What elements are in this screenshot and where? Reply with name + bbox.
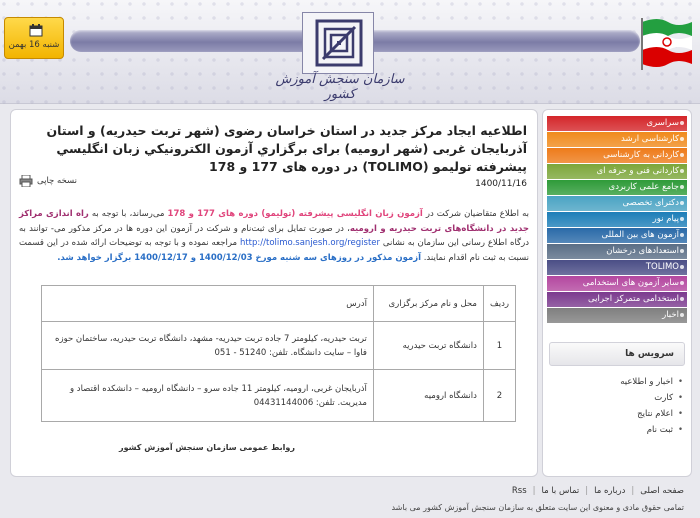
- table-row: 1 دانشگاه تربت حیدریه تربت حیدریه، کیلوم…: [41, 321, 517, 370]
- signature: روابط عمومی سازمان سنجش آموزش کشور: [119, 443, 295, 452]
- footer-link[interactable]: صفحه اصلی: [640, 486, 684, 500]
- exam-centers-table: ردیف محل و نام مرکز برگزاری آدرس 1 دانشگ…: [41, 285, 517, 422]
- site-logo[interactable]: [302, 12, 374, 74]
- article-panel: اطلاعيه ايجاد مرکز جديد در استان خراسان …: [10, 109, 538, 477]
- body-highlight-exam: آزمون زبان انگليسی پيشرفته (توليمو) دوره…: [167, 209, 423, 219]
- site-header: سازمان سنجش آموزش کشور شنبه 16 بهمن: [0, 0, 700, 104]
- services-heading: سرویس ها: [549, 342, 685, 366]
- footer-separator: |: [631, 486, 635, 496]
- footer-link[interactable]: تماس با ما: [542, 486, 580, 500]
- body-highlight-dates: آزمون مذکور در روزهای سه شنبه مورخ 1400/…: [57, 252, 422, 263]
- table-header-row: ردیف محل و نام مرکز برگزاری آدرس: [41, 285, 517, 322]
- service-link[interactable]: اخبار و اطلاعیه: [549, 374, 683, 390]
- logo-text: سازمان سنجش آموزش کشور: [275, 72, 405, 102]
- table-cell-address: تربت حیدریه، کیلومتر 7 جاده تربت حیدریه-…: [41, 321, 374, 370]
- sidebar-menu-item[interactable]: استعدادهای درخشان: [547, 244, 687, 259]
- print-label: نسخه چاپی: [37, 176, 77, 186]
- table-cell-center: دانشگاه تربت حیدریه: [372, 321, 484, 370]
- sidebar-menu-item[interactable]: استخدامی متمرکز اجرایی: [547, 292, 687, 307]
- footer-link[interactable]: Rss: [512, 486, 527, 500]
- sidebar-menu-item[interactable]: کاردانی به کارشناسی: [547, 148, 687, 163]
- article-title: اطلاعيه ايجاد مرکز جديد در استان خراسان …: [46, 123, 528, 174]
- table-row: 2 دانشگاه ارومیه آذربایجان غربی، ارومیه،…: [41, 369, 517, 422]
- table-cell-index: 2: [482, 369, 517, 422]
- article-date: 1400/11/16: [475, 179, 527, 189]
- sidebar-menu-item[interactable]: اخبار: [547, 308, 687, 323]
- service-link[interactable]: کارت: [549, 390, 683, 406]
- services-list: اخبار و اطلاعیهکارتاعلام نتایجثبت نام: [549, 374, 683, 438]
- exam-menu: سراسری کارشناسی ارشد کاردانی به کارشناسی کا…: [547, 116, 687, 324]
- logo-emblem-icon: [315, 19, 363, 67]
- today-date: شنبه 16 بهمن: [8, 40, 60, 50]
- body-text-2: می‌رساند، با توجه به: [88, 209, 168, 219]
- sidebar-menu-item[interactable]: کارشناسی ارشد: [547, 132, 687, 147]
- service-link[interactable]: اعلام نتایج: [549, 406, 683, 422]
- footer-nav: صفحه اصلی | درباره ما | تماس با ما | Rss: [10, 486, 690, 500]
- table-cell-address: آذربایجان غربی، ارومیه، کیلومتر 11 جاده …: [41, 369, 374, 422]
- iran-flag-icon: [641, 18, 692, 70]
- sidebar-menu-item[interactable]: TOLIMO: [547, 260, 687, 275]
- date-badge: شنبه 16 بهمن: [4, 17, 64, 59]
- sidebar: سراسری کارشناسی ارشد کاردانی به کارشناسی کا…: [542, 109, 692, 477]
- footer-separator: |: [532, 486, 536, 496]
- footer-link[interactable]: درباره ما: [594, 486, 625, 500]
- service-link[interactable]: ثبت نام: [549, 422, 683, 438]
- printer-icon: [19, 175, 33, 187]
- body-text-1: به اطلاع متقاضيان شرکت در: [422, 209, 529, 219]
- sidebar-menu-item[interactable]: جامع علمی کاربردی: [547, 180, 687, 195]
- table-cell-center: دانشگاه ارومیه: [372, 369, 484, 422]
- sidebar-menu-item[interactable]: دکترای تخصصی: [547, 196, 687, 211]
- table-cell-index: 1: [482, 321, 517, 370]
- sidebar-menu-item[interactable]: سایر آزمون های استخدامی: [547, 276, 687, 291]
- print-button[interactable]: نسخه چاپی: [19, 175, 77, 187]
- table-header-index: ردیف: [482, 285, 517, 322]
- table-header-address: آدرس: [41, 285, 374, 322]
- copyright: تمامی حقوق مادی و معنوی این سایت متعلق ب…: [391, 503, 684, 512]
- sidebar-menu-item[interactable]: پیام نور: [547, 212, 687, 227]
- sidebar-menu-item[interactable]: کاردانی فنی و حرفه ای: [547, 164, 687, 179]
- sidebar-menu-item[interactable]: آزمون های بین المللی: [547, 228, 687, 243]
- register-link[interactable]: http://tolimo.sanjesh.org/register: [240, 238, 380, 248]
- footer-separator: |: [585, 486, 589, 496]
- sidebar-menu-item[interactable]: سراسری: [547, 116, 687, 131]
- table-header-center: محل و نام مرکز برگزاری: [372, 285, 484, 322]
- article-body: به اطلاع متقاضيان شرکت در آزمون زبان انگ…: [19, 207, 529, 265]
- calendar-icon: [29, 23, 43, 40]
